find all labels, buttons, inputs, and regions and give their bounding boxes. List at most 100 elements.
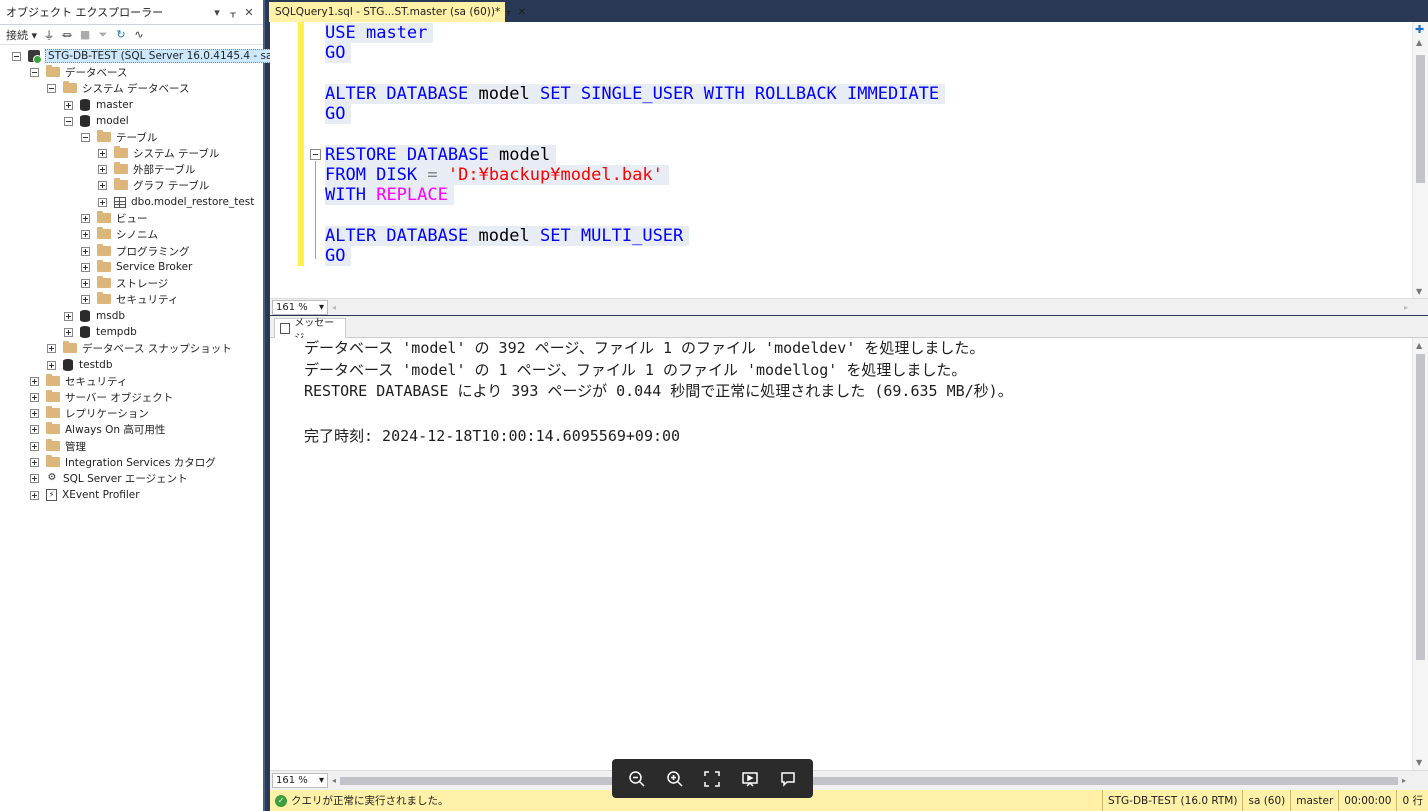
expand-icon[interactable] [98, 197, 107, 207]
connect-button[interactable]: 接続 ▾ [6, 27, 37, 43]
expand-icon[interactable] [30, 392, 39, 402]
expand-icon[interactable] [64, 327, 73, 337]
editor-zoom-select[interactable]: 161 % ▾ [272, 299, 328, 315]
code-line[interactable]: WITH REPLACE [325, 185, 454, 205]
tree-node-integration-catalogs[interactable]: Integration Services カタログ [30, 454, 216, 470]
activity-monitor-icon[interactable]: ∿ [133, 28, 145, 41]
collapse-icon[interactable] [81, 132, 90, 142]
collapse-icon[interactable] [47, 83, 56, 93]
code-line[interactable]: ALTER DATABASE model SET SINGLE_USER WIT… [325, 84, 946, 104]
tree-node-server[interactable]: STG-DB-TEST (SQL Server 16.0.4145.4 - sa… [12, 48, 280, 64]
tree-node-tempdb[interactable]: tempdb [64, 324, 137, 340]
comment-icon[interactable] [774, 765, 802, 793]
code-line[interactable]: GO [325, 104, 352, 124]
expand-icon[interactable] [30, 457, 39, 467]
expand-icon[interactable] [81, 294, 90, 304]
refresh-icon[interactable]: ↻ [115, 28, 127, 41]
collapse-icon[interactable] [12, 51, 21, 61]
scroll-up-icon[interactable]: ▲ [1416, 341, 1422, 350]
zoom-out-icon[interactable] [623, 765, 651, 793]
expand-icon[interactable] [81, 213, 90, 223]
tab-messages[interactable]: メッセージ [274, 318, 346, 344]
messages-pane[interactable]: データベース 'model' の 392 ページ、ファイル 1 のファイル 'm… [270, 338, 1428, 770]
fullscreen-icon[interactable] [698, 765, 726, 793]
tree-node-msdb[interactable]: msdb [64, 308, 125, 324]
expand-icon[interactable] [98, 164, 107, 174]
query-editor[interactable]: USE master GO ALTER DATABASE model SET S… [270, 22, 1428, 298]
split-icon[interactable]: ✚ [1415, 23, 1424, 36]
scroll-left-icon[interactable]: ◂ [332, 776, 336, 785]
expand-icon[interactable] [30, 441, 39, 451]
panel-pin-icon[interactable]: ᚁ [225, 6, 241, 19]
tree-node-programmability[interactable]: プログラミング [81, 243, 190, 259]
expand-icon[interactable] [30, 490, 39, 500]
tree-node-databases[interactable]: データベース [30, 64, 127, 80]
tree-node-storage[interactable]: ストレージ [81, 275, 168, 291]
code-line[interactable]: FROM DISK = 'D:¥backup¥model.bak' [325, 165, 669, 185]
expand-icon[interactable] [81, 229, 90, 239]
expand-icon[interactable] [98, 148, 107, 158]
expand-icon[interactable] [98, 180, 107, 190]
editor-scroll-thumb[interactable] [1416, 55, 1425, 183]
collapse-icon[interactable] [64, 116, 73, 126]
tree-node-tables[interactable]: テーブル [81, 129, 157, 145]
scroll-right-icon[interactable]: ▸ [1402, 776, 1406, 785]
scroll-left-icon[interactable]: ◂ [332, 303, 336, 312]
expand-icon[interactable] [81, 246, 90, 256]
disconnect-icon[interactable]: ⏛ [61, 29, 73, 42]
connect-plug-icon[interactable]: ⏚ [43, 29, 55, 42]
scroll-up-icon[interactable]: ▲ [1416, 38, 1422, 47]
tree-node-restore-table[interactable]: dbo.model_restore_test [98, 194, 254, 210]
tree-node-model[interactable]: model [64, 113, 129, 129]
tree-node-always-on[interactable]: Always On 高可用性 [30, 421, 165, 437]
expand-icon[interactable] [81, 278, 90, 288]
tree-node-graph-tables[interactable]: グラフ テーブル [98, 177, 209, 193]
tree-node-system-databases[interactable]: システム データベース [47, 80, 190, 96]
tree-node-master[interactable]: master [64, 97, 133, 113]
fold-collapse-icon[interactable] [310, 149, 321, 160]
tree-node-system-tables[interactable]: システム テーブル [98, 145, 219, 161]
expand-icon[interactable] [30, 408, 39, 418]
zoom-in-icon[interactable] [661, 765, 689, 793]
scroll-down-icon[interactable]: ▼ [1416, 758, 1422, 767]
expand-icon[interactable] [30, 473, 39, 483]
editor-horizontal-scrollbar[interactable] [340, 303, 1400, 312]
filter-icon[interactable]: ⏷ [97, 28, 109, 41]
panel-dropdown-icon[interactable]: ▾ [209, 6, 225, 19]
tree-node-external-tables[interactable]: 外部テーブル [98, 161, 195, 177]
expand-icon[interactable] [30, 424, 39, 434]
code-line[interactable]: RESTORE DATABASE model [325, 145, 557, 165]
collapse-icon[interactable] [30, 67, 39, 77]
tree-node-snapshots[interactable]: データベース スナップショット [47, 340, 232, 356]
code-line[interactable]: GO [325, 246, 352, 266]
messages-zoom-select[interactable]: 161 % ▾ [272, 773, 328, 788]
messages-horizontal-scrollbar[interactable] [340, 776, 1398, 785]
tree-node-synonyms[interactable]: シノニム [81, 226, 158, 242]
tab-close-icon[interactable]: ✕ [518, 7, 526, 18]
panel-close-icon[interactable]: ✕ [241, 6, 257, 19]
expand-icon[interactable] [81, 262, 90, 272]
code-line[interactable]: ALTER DATABASE model SET MULTI_USER [325, 226, 690, 246]
tab-sqlquery1[interactable]: SQLQuery1.sql - STG...ST.master (sa (60)… [269, 2, 526, 22]
tree-node-service-broker[interactable]: Service Broker [81, 259, 192, 275]
tree-node-server-objects[interactable]: サーバー オブジェクト [30, 389, 173, 405]
tab-pin-icon[interactable]: ᚁ [506, 7, 510, 17]
tree-node-views[interactable]: ビュー [81, 210, 148, 226]
expand-icon[interactable] [30, 376, 39, 386]
tree-node-security[interactable]: セキュリティ [30, 373, 127, 389]
expand-icon[interactable] [47, 360, 56, 370]
scroll-right-icon[interactable]: ▸ [1404, 303, 1408, 312]
stop-icon[interactable]: ■ [79, 28, 91, 41]
expand-icon[interactable] [47, 343, 56, 353]
present-icon[interactable] [736, 765, 764, 793]
tree-node-replication[interactable]: レプリケーション [30, 405, 149, 421]
messages-scroll-thumb[interactable] [1416, 354, 1425, 660]
code-line[interactable]: USE master [325, 23, 434, 43]
expand-icon[interactable] [64, 311, 73, 321]
tree-node-model-security[interactable]: セキュリティ [81, 291, 178, 307]
tree-node-xevent[interactable]: ⚡ XEvent Profiler [30, 487, 140, 503]
scroll-down-icon[interactable]: ▼ [1416, 287, 1422, 296]
tree-node-testdb[interactable]: testdb [47, 357, 113, 373]
tree-node-management[interactable]: 管理 [30, 438, 86, 454]
messages-vertical-scrollbar[interactable]: ▲ ▼ [1412, 338, 1428, 770]
